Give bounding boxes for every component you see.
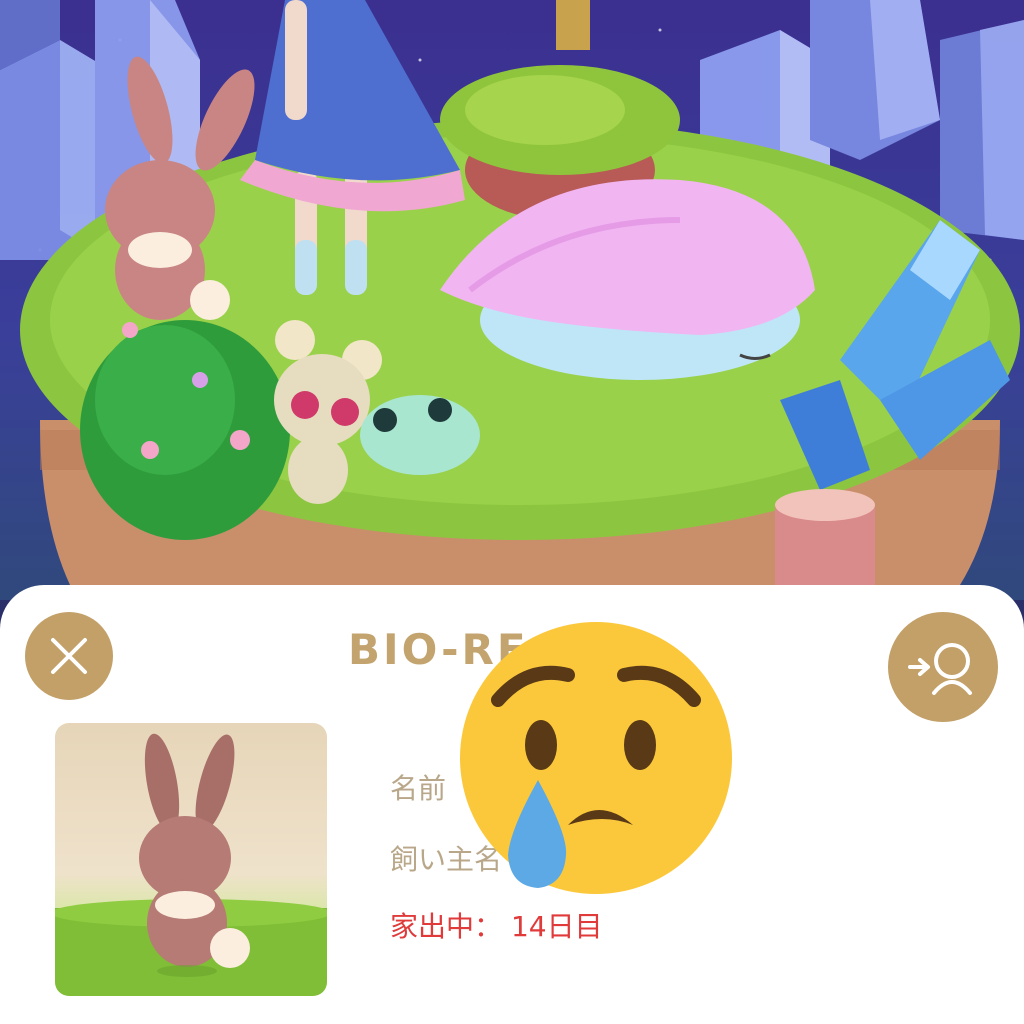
status-days: 14日目 — [510, 910, 603, 943]
runaway-status: 家出中： 14日目 — [390, 905, 603, 945]
close-icon — [51, 638, 87, 674]
flower-bush — [80, 320, 290, 540]
sad-relieved-face-emoji-icon — [460, 622, 732, 894]
name-label: 名前 — [390, 772, 447, 805]
bunny-portrait-image — [55, 733, 327, 996]
frog-creature — [360, 395, 480, 475]
close-button[interactable] — [25, 612, 113, 700]
garden-illustration — [0, 0, 1024, 585]
garden-scene — [0, 0, 1024, 600]
status-separator: ： — [474, 910, 503, 943]
pink-stump — [775, 489, 875, 585]
creature-portrait — [55, 723, 327, 996]
status-label: 家出中 — [390, 910, 475, 943]
share-button[interactable] — [888, 612, 998, 722]
share-to-friend-icon — [908, 643, 972, 695]
